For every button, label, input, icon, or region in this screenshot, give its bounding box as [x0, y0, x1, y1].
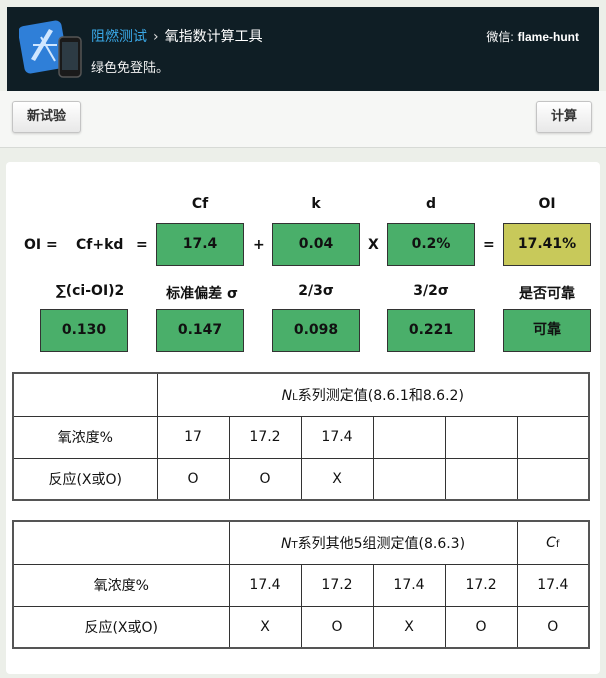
formula-expression: Cf+kd [76, 237, 124, 253]
sum-squares-value: 0.130 [40, 309, 128, 352]
nl-reaction-cell[interactable]: O [156, 457, 230, 501]
nl-concentration-cell[interactable] [516, 415, 590, 459]
two-thirds-sigma-value: 0.098 [272, 309, 360, 352]
oi-equals-label: OI = [24, 237, 58, 253]
k-header: k [311, 196, 321, 212]
nl-concentration-cell[interactable]: 17.2 [228, 415, 302, 459]
breadcrumb: 阻燃测试 › 氧指数计算工具 [91, 26, 263, 46]
reliable-header: 是否可靠 [519, 286, 575, 302]
nt-table-title: NT系列其他5组测定值(8.6.3) [228, 520, 518, 565]
nt-reaction-cell[interactable]: O [300, 605, 374, 649]
oi-header: OI [538, 196, 556, 212]
calculate-button[interactable]: 计算 [535, 101, 592, 133]
breadcrumb-separator: › [153, 29, 159, 45]
nt-reaction-cell[interactable]: O [444, 605, 518, 649]
breadcrumb-link-flame-test[interactable]: 阻燃测试 [91, 29, 147, 45]
wechat-contact: 微信: flame-hunt [486, 28, 579, 45]
nl-concentration-cell[interactable] [372, 415, 446, 459]
nl-concentration-label: 氧浓度% [12, 415, 158, 459]
oi-result-field: 17.41% [503, 223, 591, 266]
nt-reaction-cell[interactable]: X [228, 605, 302, 649]
nl-reaction-cell[interactable] [444, 457, 518, 501]
nl-reaction-cell[interactable]: O [228, 457, 302, 501]
equals-operator: = [136, 237, 148, 253]
cf-value-field[interactable]: 17.4 [156, 223, 244, 266]
nl-reaction-cell[interactable] [372, 457, 446, 501]
nl-concentration-cell[interactable]: 17.4 [300, 415, 374, 459]
page-title: 氧指数计算工具 [164, 29, 263, 45]
sum-squares-header: ∑(ci-OI)2 [55, 283, 125, 299]
nt-reaction-label: 反应(X或O) [12, 605, 230, 649]
nt-series-table: NT系列其他5组测定值(8.6.3) Cf 氧浓度% 17.4 17.2 17.… [12, 520, 591, 649]
nt-corner-cell [12, 520, 230, 565]
nl-concentration-cell[interactable] [444, 415, 518, 459]
nt-reaction-cell[interactable]: X [372, 605, 446, 649]
xcode-app-icon [19, 20, 82, 78]
new-test-button[interactable]: 新试验 [12, 101, 82, 133]
nl-corner-cell [12, 372, 158, 417]
equals-operator-2: = [483, 237, 495, 253]
cf-header: Cf [191, 196, 209, 212]
d-value-field[interactable]: 0.2% [387, 223, 475, 266]
d-header: d [425, 196, 437, 212]
three-halves-sigma-value: 0.221 [387, 309, 475, 352]
nl-reaction-label: 反应(X或O) [12, 457, 158, 501]
nl-table-title: NL系列测定值(8.6.1和8.6.2) [156, 372, 590, 417]
wechat-id: flame-hunt [517, 30, 579, 44]
two-thirds-sigma-header: 2/3σ [298, 283, 334, 299]
nl-series-table: NL系列测定值(8.6.1和8.6.2) 氧浓度% 17 17.2 17.4 反… [12, 372, 591, 501]
nt-concentration-cell[interactable]: 17.4 [516, 563, 590, 607]
nl-concentration-cell[interactable]: 17 [156, 415, 230, 459]
toolbar: 新试验 计算 [0, 91, 606, 148]
nt-cf-header: Cf [516, 520, 590, 565]
reliable-value: 可靠 [503, 309, 591, 352]
app-header: 阻燃测试 › 氧指数计算工具 绿色免登陆。 微信: flame-hunt [7, 7, 599, 91]
std-dev-value: 0.147 [156, 309, 244, 352]
nl-reaction-cell[interactable]: X [300, 457, 374, 501]
calculator-card: Cf k d OI OI = Cf+kd = 17.4 + 0.04 X 0.2… [6, 162, 600, 674]
k-value-field[interactable]: 0.04 [272, 223, 360, 266]
nt-concentration-label: 氧浓度% [12, 563, 230, 607]
std-dev-header: 标准偏差 σ [166, 286, 238, 302]
times-operator: X [368, 237, 379, 253]
nt-concentration-cell[interactable]: 17.4 [228, 563, 302, 607]
nt-concentration-cell[interactable]: 17.2 [444, 563, 518, 607]
nt-concentration-cell[interactable]: 17.2 [300, 563, 374, 607]
plus-operator: + [253, 237, 265, 253]
nt-reaction-cell[interactable]: O [516, 605, 590, 649]
wechat-label: 微信: [486, 30, 514, 44]
page-subtitle: 绿色免登陆。 [91, 61, 170, 76]
three-halves-sigma-header: 3/2σ [413, 283, 449, 299]
nt-concentration-cell[interactable]: 17.4 [372, 563, 446, 607]
nl-reaction-cell[interactable] [516, 457, 590, 501]
